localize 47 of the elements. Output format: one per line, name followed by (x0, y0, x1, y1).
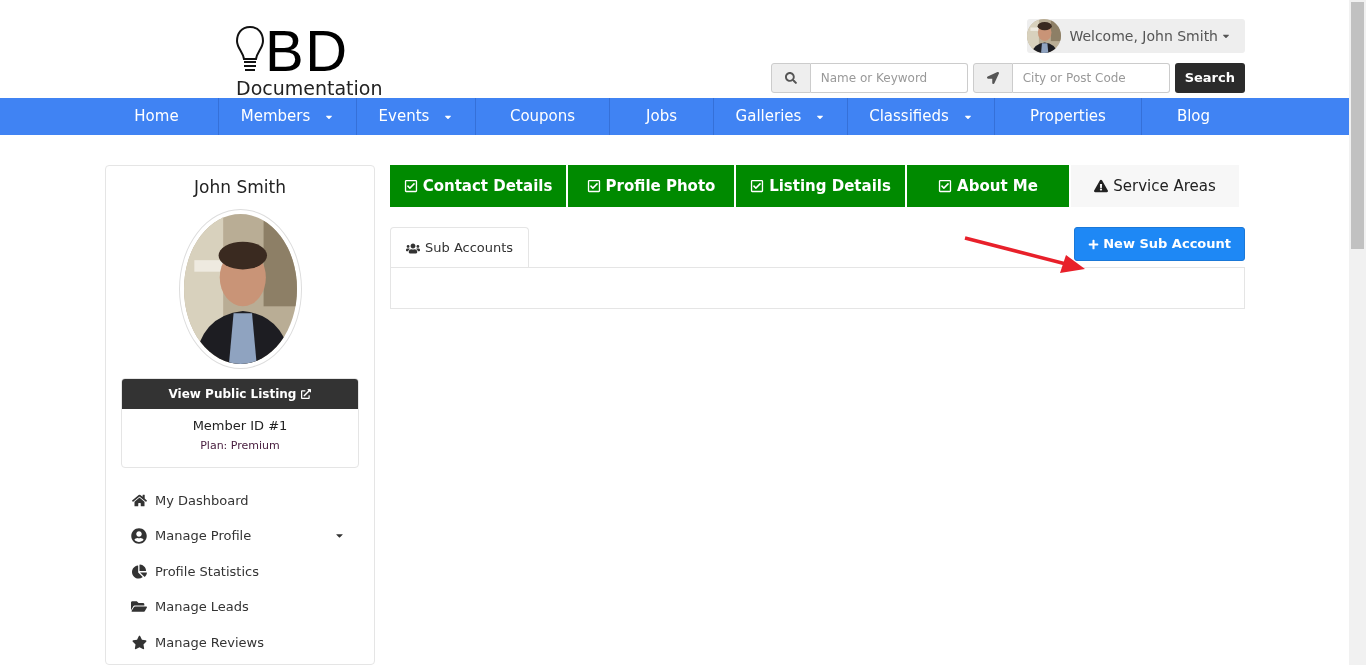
checkbox-icon (938, 179, 953, 193)
pie-chart-icon (131, 563, 147, 579)
step-tab[interactable]: Service Areas (1071, 165, 1239, 207)
folder-icon (131, 599, 147, 615)
step-tab[interactable]: About Me (907, 165, 1069, 207)
star-icon (131, 634, 147, 650)
nav-item[interactable]: Members (218, 98, 356, 135)
warning-icon (1094, 179, 1109, 193)
checkbox-icon (586, 179, 601, 193)
nav-item[interactable]: Classifieds (847, 98, 994, 135)
logo-letters: BD (265, 22, 349, 80)
step-tab[interactable]: Listing Details (736, 165, 905, 207)
step-tab[interactable]: Profile Photo (568, 165, 734, 207)
nav-item[interactable]: Jobs (609, 98, 713, 135)
member-id: Member ID #1 (192, 416, 288, 435)
sidebar-item[interactable]: Manage Leads (121, 589, 359, 625)
external-link-icon (301, 388, 312, 399)
search-button[interactable]: Search (1174, 63, 1245, 93)
checkbox-icon (750, 179, 765, 193)
users-icon (406, 241, 420, 255)
sidebar-item[interactable]: My Dashboard (121, 482, 359, 518)
location-field[interactable]: City or Post Code (1012, 63, 1170, 93)
logo[interactable]: BD Documentation (235, 0, 383, 98)
location-arrow-icon (986, 72, 999, 84)
user-menu[interactable]: Welcome, John Smith (1027, 19, 1245, 53)
plan-label: Plan: Premium (200, 438, 280, 454)
sidebar-item[interactable]: Profile Statistics (121, 553, 359, 589)
logo-tagline: Documentation (236, 79, 383, 98)
plus-icon (1088, 238, 1100, 250)
nav-item[interactable]: Blog (1141, 98, 1245, 135)
home-icon (131, 492, 147, 508)
nav-item[interactable]: Properties (994, 98, 1141, 135)
keyword-field[interactable]: Name or Keyword (810, 63, 968, 93)
nav-item[interactable]: Events (356, 98, 475, 135)
sidebar-item[interactable]: Manage Reviews (121, 624, 359, 660)
user-icon (131, 527, 147, 544)
view-listing-button[interactable]: View Public Listing (122, 378, 358, 409)
nav-item[interactable]: Galleries (713, 98, 847, 135)
nav-item[interactable]: Coupons (475, 98, 609, 135)
nav-item[interactable]: Home (95, 98, 218, 135)
step-tab[interactable]: Contact Details (390, 165, 566, 207)
new-sub-account-button[interactable]: New Sub Account (1074, 227, 1245, 261)
checkbox-icon (403, 179, 418, 193)
search-icon (784, 72, 797, 84)
profile-name: John Smith (194, 176, 286, 199)
tab[interactable]: Sub Accounts (390, 227, 530, 268)
sidebar-item[interactable]: Manage Profile (121, 518, 359, 554)
